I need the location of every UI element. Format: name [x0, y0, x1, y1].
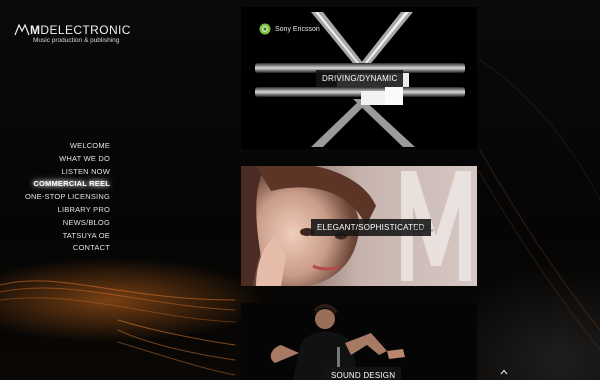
nav-item-welcome[interactable]: Welcome [25, 140, 110, 153]
sony-ericsson-logo-icon [259, 23, 271, 35]
nav-item-tatsuya-oe[interactable]: Tatsuya Oe [25, 230, 110, 243]
nav-item-one-stop-licensing[interactable]: One-stop licensing [25, 191, 110, 204]
nav-item-library-pro[interactable]: Library pro [25, 204, 110, 217]
reel-item-elegant-sophisticated[interactable]: Elegant/Sophisticated の証明。 [241, 166, 477, 286]
logo-mark: M [30, 23, 41, 37]
reel-caption: Driving/Dynamic [316, 70, 404, 87]
logo-text: DELECTRONIC [40, 23, 131, 37]
logo-subtitle: Music production & publishing [33, 37, 120, 44]
reel-caption: Sound Design [325, 367, 402, 380]
brand-name: Sony Ericsson [275, 25, 320, 33]
nav-item-listen-now[interactable]: Listen now [25, 166, 110, 179]
brand-logo: Sony Ericsson [259, 23, 320, 35]
reel-extra-text: の証明。 [413, 227, 438, 233]
nav-item-what-we-do[interactable]: What we do [25, 153, 110, 166]
site-logo[interactable]: M DELECTRONIC Music production & publish… [14, 24, 131, 44]
reel-item-sound-design[interactable]: Sound Design [241, 303, 477, 380]
reel-item-driving-dynamic[interactable]: Sony Ericsson Driving/Dynamic [241, 7, 477, 149]
logo-m-icon [14, 24, 30, 36]
main-nav: Welcome What we do Listen now Commercial… [25, 140, 110, 255]
nav-item-commercial-reel[interactable]: Commercial reel [25, 178, 110, 191]
nav-item-contact[interactable]: Contact [25, 242, 110, 255]
chevron-up-icon[interactable] [500, 369, 508, 375]
logo-wordmark: M DELECTRONIC [14, 24, 131, 36]
nav-item-news-blog[interactable]: News/Blog [25, 217, 110, 230]
